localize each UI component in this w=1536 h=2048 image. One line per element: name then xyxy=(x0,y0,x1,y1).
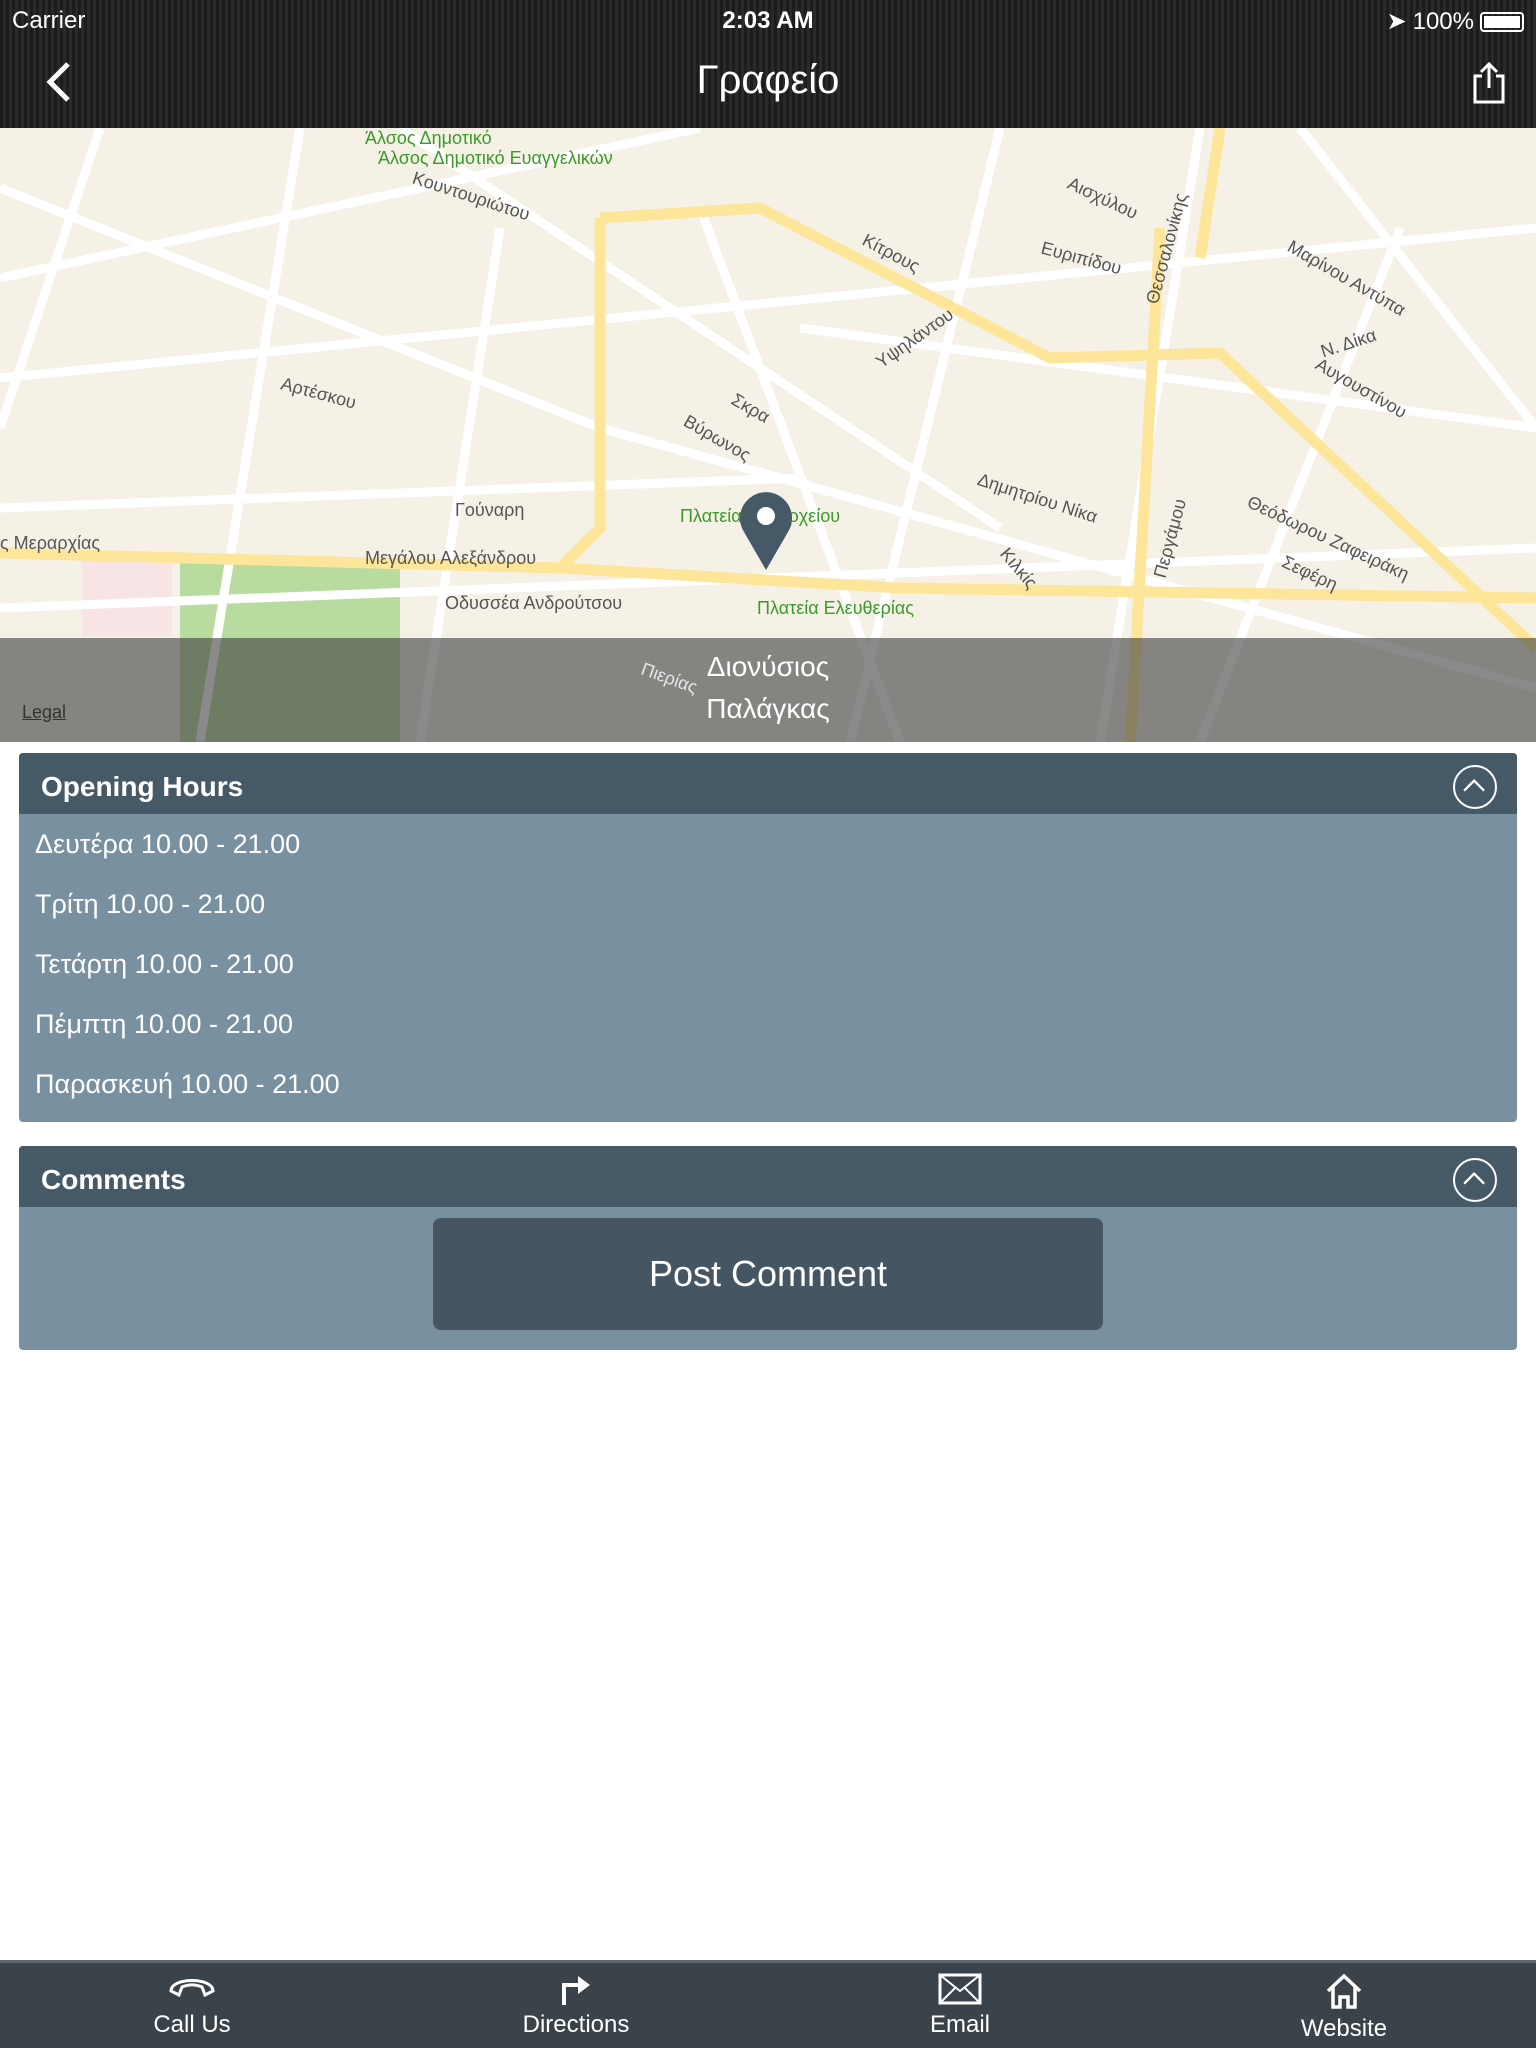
map-label: Οδυσσέα Ανδρούτσου xyxy=(445,593,623,613)
panel-title: Comments xyxy=(41,1164,186,1195)
page-title: Γραφείο xyxy=(696,58,840,102)
chevron-up-icon[interactable] xyxy=(1453,765,1497,809)
map-label: Γούναρη xyxy=(455,500,525,520)
tab-email[interactable]: Email xyxy=(768,1963,1152,2048)
opening-hours-header[interactable]: Opening Hours xyxy=(19,753,1517,814)
map-pin-icon[interactable] xyxy=(738,488,794,572)
tab-directions[interactable]: Directions xyxy=(384,1963,768,2048)
battery-percent: 100% xyxy=(1412,7,1474,35)
tab-label: Email xyxy=(929,2011,990,2038)
chevron-up-icon[interactable] xyxy=(1453,1158,1497,1202)
envelope-icon xyxy=(938,1973,982,2005)
hours-row: Πέμπτη 10.00 - 21.00 xyxy=(35,1009,294,1039)
hours-row: Τετάρτη 10.00 - 21.00 xyxy=(35,949,294,979)
hours-row: Παρασκευή 10.00 - 21.00 xyxy=(35,1069,340,1099)
map-label: Πλατεία Ελευθερίας xyxy=(757,598,914,618)
comments-header[interactable]: Comments xyxy=(19,1146,1517,1207)
location-icon: ➤ xyxy=(1386,8,1407,35)
legal-link[interactable]: Legal xyxy=(22,702,66,723)
bottom-tab-bar: Call Us Directions Email Website xyxy=(0,1960,1536,2048)
place-name: Διονύσιος Παλάγκας xyxy=(706,651,830,724)
map-label: ς Μεραρχίας xyxy=(0,533,101,553)
status-bar: Carrier 2:03 AM ➤ 100% xyxy=(0,0,1536,40)
post-comment-button[interactable]: Post Comment xyxy=(433,1218,1103,1330)
tab-label: Website xyxy=(1300,2015,1388,2042)
hours-row: Δευτέρα 10.00 - 21.00 xyxy=(35,829,301,859)
map-label: Άλσος Δημοτικό Ευαγγελικών xyxy=(378,148,613,168)
tab-label: Directions xyxy=(522,2011,630,2038)
directions-icon xyxy=(562,1976,590,2005)
home-icon xyxy=(1326,1973,1362,2009)
share-icon[interactable] xyxy=(1472,62,1506,104)
opening-hours-panel: Opening Hours Δευτέρα 10.00 - 21.00 Τρίτ… xyxy=(19,753,1517,1122)
battery-icon xyxy=(1480,11,1524,32)
hours-row: Τρίτη 10.00 - 21.00 xyxy=(35,889,266,919)
tab-website[interactable]: Website xyxy=(1152,1963,1536,2048)
comments-panel: Comments Post Comment xyxy=(19,1146,1517,1350)
clock: 2:03 AM xyxy=(722,7,814,34)
panel-title: Opening Hours xyxy=(41,771,244,802)
map-label: Μεγάλου Αλεξάνδρου xyxy=(365,548,537,568)
tab-label: Call Us xyxy=(153,2011,231,2038)
tab-call-us[interactable]: Call Us xyxy=(0,1963,384,2048)
top-bar: Carrier 2:03 AM ➤ 100% Γραφείο xyxy=(0,0,1536,128)
place-name-overlay: Διονύσιος Παλάγκας xyxy=(0,638,1536,742)
phone-icon xyxy=(169,1979,215,1998)
